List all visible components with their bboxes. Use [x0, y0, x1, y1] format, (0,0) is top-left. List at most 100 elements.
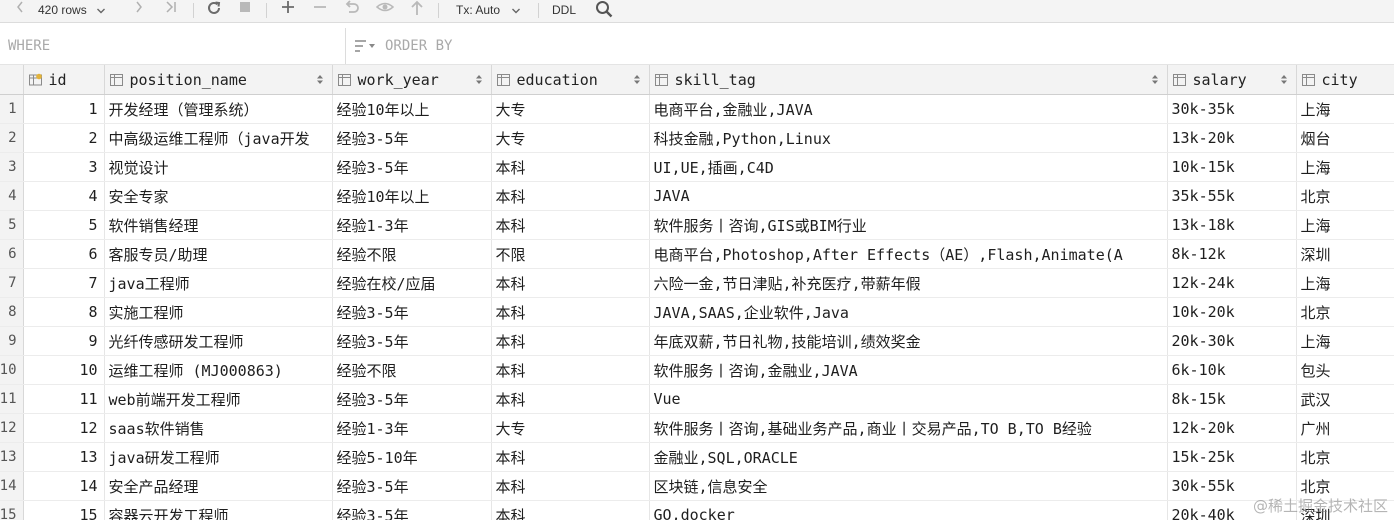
cell-id[interactable]: 7	[23, 268, 105, 298]
cell-position-name[interactable]: 中高级运维工程师（java开发	[104, 123, 333, 153]
transaction-mode-dropdown[interactable]: Tx: Auto	[448, 0, 530, 21]
cell-salary[interactable]: 13k-20k	[1167, 123, 1297, 153]
cell-skill-tag[interactable]: 软件服务丨咨询,GIS或BIM行业	[649, 210, 1168, 240]
table-row[interactable]: 6 6 客服专员/助理 经验不限 不限 电商平台,Photoshop,After Effe…	[0, 239, 1394, 269]
cell-education[interactable]: 本科	[491, 355, 650, 385]
cell-id[interactable]: 12	[23, 413, 105, 443]
column-header-education[interactable]: education	[491, 65, 650, 95]
cell-skill-tag[interactable]: 科技金融,Python,Linux	[649, 123, 1168, 153]
cell-id[interactable]: 11	[23, 384, 105, 414]
cell-education[interactable]: 本科	[491, 152, 650, 182]
cell-skill-tag[interactable]: 金融业,SQL,ORACLE	[649, 442, 1168, 472]
table-row[interactable]: 1 1 开发经理（管理系统） 经验10年以上 大专 电商平台,金融业,JAVA 30k-35…	[0, 94, 1394, 124]
cell-id[interactable]: 15	[23, 500, 105, 520]
cell-id[interactable]: 2	[23, 123, 105, 153]
row-number-cell[interactable]: 5	[0, 210, 24, 240]
cell-work-year[interactable]: 经验10年以上	[332, 94, 492, 124]
cell-position-name[interactable]: 实施工程师	[104, 297, 333, 327]
cell-skill-tag[interactable]: 区块链,信息安全	[649, 471, 1168, 501]
row-number-cell[interactable]: 1	[0, 94, 24, 124]
search-button[interactable]	[592, 0, 616, 21]
cell-id[interactable]: 10	[23, 355, 105, 385]
cell-position-name[interactable]: saas软件销售	[104, 413, 333, 443]
cell-id[interactable]: 8	[23, 297, 105, 327]
cell-education[interactable]: 本科	[491, 471, 650, 501]
cell-skill-tag[interactable]: 电商平台,金融业,JAVA	[649, 94, 1168, 124]
view-changes-button[interactable]	[373, 0, 397, 21]
rows-count-dropdown[interactable]: 420 rows	[38, 0, 124, 21]
cell-position-name[interactable]: 安全产品经理	[104, 471, 333, 501]
row-number-cell[interactable]: 8	[0, 297, 24, 327]
cell-position-name[interactable]: 安全专家	[104, 181, 333, 211]
table-row[interactable]: 7 7 java工程师 经验在校/应届 本科 六险一金,节日津贴,补充医疗,带薪年假 12k…	[0, 268, 1394, 298]
cell-salary[interactable]: 20k-30k	[1167, 326, 1297, 356]
ddl-button[interactable]: DDL	[545, 0, 583, 21]
row-number-cell[interactable]: 6	[0, 239, 24, 269]
cell-position-name[interactable]: 开发经理（管理系统）	[104, 94, 333, 124]
cell-work-year[interactable]: 经验3-5年	[332, 500, 492, 520]
cell-salary[interactable]: 10k-20k	[1167, 297, 1297, 327]
column-header-position-name[interactable]: position_name	[104, 65, 333, 95]
cell-salary[interactable]: 13k-18k	[1167, 210, 1297, 240]
cell-id[interactable]: 4	[23, 181, 105, 211]
cell-city[interactable]: 北京	[1296, 297, 1394, 327]
cell-work-year[interactable]: 经验1-3年	[332, 210, 492, 240]
cell-city[interactable]: 北京	[1296, 181, 1394, 211]
row-number-cell[interactable]: 12	[0, 413, 24, 443]
submit-button[interactable]	[406, 0, 428, 21]
column-header-salary[interactable]: salary	[1167, 65, 1297, 95]
cell-id[interactable]: 14	[23, 471, 105, 501]
cell-skill-tag[interactable]: Vue	[649, 384, 1168, 414]
cell-city[interactable]: 上海	[1296, 326, 1394, 356]
cell-salary[interactable]: 30k-55k	[1167, 471, 1297, 501]
cell-city[interactable]: 深圳	[1296, 239, 1394, 269]
cell-salary[interactable]: 20k-40k	[1167, 500, 1297, 520]
cell-position-name[interactable]: java研发工程师	[104, 442, 333, 472]
cell-salary[interactable]: 8k-12k	[1167, 239, 1297, 269]
column-header-city[interactable]: city	[1296, 65, 1394, 95]
refresh-button[interactable]	[202, 0, 226, 21]
cell-work-year[interactable]: 经验10年以上	[332, 181, 492, 211]
cell-work-year[interactable]: 经验3-5年	[332, 123, 492, 153]
cell-education[interactable]: 本科	[491, 181, 650, 211]
cell-skill-tag[interactable]: JAVA,SAAS,企业软件,Java	[649, 297, 1168, 327]
cell-city[interactable]: 深圳	[1296, 500, 1394, 520]
sort-arrows-icon[interactable]	[316, 74, 324, 85]
table-row[interactable]: 14 14 安全产品经理 经验3-5年 本科 区块链,信息安全 30k-55k 北京	[0, 471, 1394, 501]
cell-skill-tag[interactable]: GO,docker	[649, 500, 1168, 520]
row-number-cell[interactable]: 15	[0, 500, 24, 520]
cell-education[interactable]: 本科	[491, 442, 650, 472]
cell-city[interactable]: 烟台	[1296, 123, 1394, 153]
cell-skill-tag[interactable]: 电商平台,Photoshop,After Effects（AE）,Flash,A…	[649, 239, 1168, 269]
table-row[interactable]: 2 2 中高级运维工程师（java开发 经验3-5年 大专 科技金融,Python,Lin…	[0, 123, 1394, 153]
cell-skill-tag[interactable]: 年底双薪,节日礼物,技能培训,绩效奖金	[649, 326, 1168, 356]
add-row-button[interactable]	[277, 0, 299, 21]
cell-position-name[interactable]: java工程师	[104, 268, 333, 298]
row-number-cell[interactable]: 2	[0, 123, 24, 153]
cell-work-year[interactable]: 经验不限	[332, 239, 492, 269]
cell-salary[interactable]: 6k-10k	[1167, 355, 1297, 385]
cell-city[interactable]: 上海	[1296, 152, 1394, 182]
cell-position-name[interactable]: 光纤传感研发工程师	[104, 326, 333, 356]
cell-skill-tag[interactable]: 软件服务丨咨询,金融业,JAVA	[649, 355, 1168, 385]
cell-work-year[interactable]: 经验3-5年	[332, 384, 492, 414]
cell-city[interactable]: 北京	[1296, 471, 1394, 501]
row-number-cell[interactable]: 4	[0, 181, 24, 211]
row-number-cell[interactable]: 13	[0, 442, 24, 472]
column-header-id[interactable]: id	[23, 65, 105, 95]
cell-position-name[interactable]: web前端开发工程师	[104, 384, 333, 414]
cell-education[interactable]: 本科	[491, 297, 650, 327]
table-row[interactable]: 12 12 saas软件销售 经验1-3年 大专 软件服务丨咨询,基础业务产品,商业丨交易…	[0, 413, 1394, 443]
cell-salary[interactable]: 10k-15k	[1167, 152, 1297, 182]
revert-button[interactable]	[341, 0, 363, 21]
next-page-button[interactable]	[130, 0, 148, 21]
cell-city[interactable]: 北京	[1296, 442, 1394, 472]
cell-work-year[interactable]: 经验不限	[332, 355, 492, 385]
cell-city[interactable]: 上海	[1296, 268, 1394, 298]
cell-education[interactable]: 本科	[491, 268, 650, 298]
cell-city[interactable]: 上海	[1296, 94, 1394, 124]
cell-education[interactable]: 本科	[491, 210, 650, 240]
row-number-cell[interactable]: 11	[0, 384, 24, 414]
sort-arrows-icon[interactable]	[1280, 74, 1288, 85]
cell-position-name[interactable]: 客服专员/助理	[104, 239, 333, 269]
